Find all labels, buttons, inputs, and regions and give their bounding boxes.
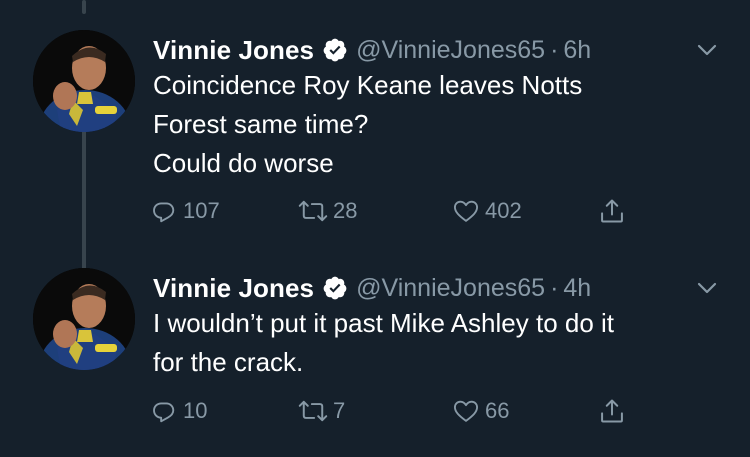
- tweet-header: Vinnie Jones @VinnieJones65 · 6h: [153, 30, 591, 70]
- tweet-text-line: Forest same time?: [153, 109, 369, 139]
- display-name[interactable]: Vinnie Jones: [153, 273, 314, 304]
- share-button[interactable]: [598, 394, 626, 428]
- chevron-down-icon[interactable]: [695, 278, 719, 298]
- verified-badge-icon: [322, 37, 348, 63]
- timestamp[interactable]: 6h: [563, 36, 591, 65]
- reply-icon: [150, 197, 178, 225]
- tweet-text: Coincidence Roy Keane leaves Notts Fores…: [153, 66, 733, 183]
- retweet-count: 7: [333, 398, 346, 423]
- retweet-button[interactable]: 7: [298, 394, 345, 428]
- tweet-text-line: I wouldn’t put it past Mike Ashley to do…: [153, 308, 615, 338]
- retweet-count: 28: [333, 198, 358, 223]
- like-button[interactable]: 66: [452, 394, 509, 428]
- tweet-text-line: for the crack.: [153, 347, 304, 377]
- share-icon: [598, 197, 626, 225]
- reply-button[interactable]: 10: [150, 394, 207, 428]
- tweet-thread: Vinnie Jones @VinnieJones65 · 6h Coincid…: [0, 0, 750, 457]
- display-name[interactable]: Vinnie Jones: [153, 35, 314, 66]
- share-button[interactable]: [598, 194, 626, 228]
- tweet-text: I wouldn’t put it past Mike Ashley to do…: [153, 304, 733, 382]
- chevron-down-icon[interactable]: [695, 40, 719, 60]
- retweet-icon: [298, 397, 328, 425]
- verified-badge-icon: [322, 275, 348, 301]
- tweet-text-line: Could do worse: [153, 148, 334, 178]
- handle[interactable]: @VinnieJones65: [356, 36, 545, 65]
- separator-dot: ·: [550, 273, 559, 302]
- avatar[interactable]: [33, 268, 135, 370]
- reply-icon: [150, 397, 178, 425]
- avatar[interactable]: [33, 30, 135, 132]
- share-icon: [598, 397, 626, 425]
- reply-button[interactable]: 107: [150, 194, 220, 228]
- like-button[interactable]: 402: [452, 194, 522, 228]
- retweet-icon: [298, 197, 328, 225]
- thread-connector-line: [82, 0, 86, 14]
- retweet-button[interactable]: 28: [298, 194, 357, 228]
- heart-icon: [452, 397, 480, 425]
- reply-count: 107: [183, 198, 220, 223]
- timestamp[interactable]: 4h: [563, 274, 591, 303]
- tweet-header: Vinnie Jones @VinnieJones65 · 4h: [153, 268, 591, 308]
- separator-dot: ·: [550, 35, 559, 64]
- tweet-actions: 107 28 402: [150, 194, 670, 228]
- reply-count: 10: [183, 398, 208, 423]
- handle[interactable]: @VinnieJones65: [356, 274, 545, 303]
- thread-connector-line: [82, 130, 86, 270]
- heart-icon: [452, 197, 480, 225]
- tweet-text-line: Coincidence Roy Keane leaves Notts: [153, 70, 583, 100]
- tweet-actions: 10 7 66: [150, 394, 670, 428]
- like-count: 402: [485, 198, 522, 223]
- like-count: 66: [485, 398, 510, 423]
